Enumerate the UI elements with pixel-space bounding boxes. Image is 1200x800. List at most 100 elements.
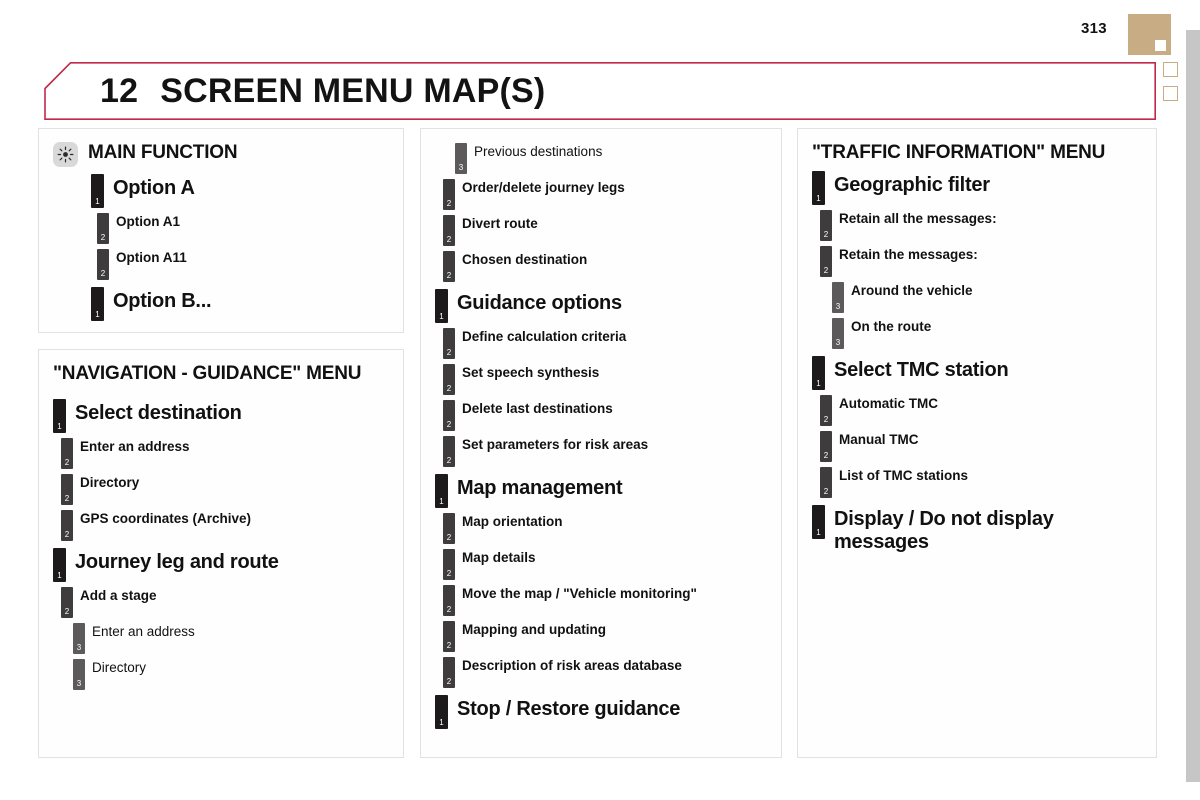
menu-item[interactable]: 2 Set speech synthesis — [435, 364, 767, 395]
menu-item[interactable]: 2 Option A1 — [53, 213, 389, 244]
menu-item-label: Option A11 — [116, 250, 187, 265]
menu-item[interactable]: 3 Previous destinations — [435, 143, 767, 174]
menu-item[interactable]: 2 Automatic TMC — [812, 395, 1142, 427]
menu-item-label: Select destination — [75, 402, 242, 425]
menu-item[interactable]: 2 Delete last destinations — [435, 400, 767, 431]
menu-item[interactable]: 2 List of TMC stations — [812, 467, 1142, 499]
section-marker-box-2 — [1163, 86, 1178, 101]
menu-item[interactable]: 2 Order/delete journey legs — [435, 179, 767, 210]
menu-item[interactable]: 2 GPS coordinates (Archive) — [53, 510, 389, 542]
menu-item[interactable]: 2 Manual TMC — [812, 431, 1142, 463]
menu-item-label: Journey leg and route — [75, 551, 279, 574]
level-marker-2: 2 — [443, 400, 455, 431]
menu-item-label: Directory — [92, 660, 147, 676]
menu-item[interactable]: 2 Mapping and updating — [435, 621, 767, 652]
main-function-title-row: MAIN FUNCTION — [53, 141, 389, 167]
card-title: "NAVIGATION - GUIDANCE" MENU — [53, 363, 362, 384]
menu-item-label: GPS coordinates (Archive) — [80, 511, 252, 527]
menu-item[interactable]: 1 Option A — [53, 174, 389, 208]
menu-list-navigation-continued: 3 Previous destinations 2 Order/delete j… — [435, 143, 767, 729]
level-marker-1: 1 — [435, 474, 448, 508]
page-title: 12 SCREEN MENU MAP(S) — [100, 62, 545, 120]
level-marker-3: 3 — [455, 143, 467, 174]
menu-item[interactable]: 2 Map orientation — [435, 513, 767, 544]
menu-item[interactable]: 3 Enter an address — [53, 623, 389, 655]
menu-item[interactable]: 1 Select TMC station — [812, 356, 1142, 391]
menu-item-label: Delete last destinations — [462, 401, 613, 416]
level-marker-2: 2 — [443, 657, 455, 688]
level-marker-2: 2 — [820, 246, 832, 278]
level-marker-2: 2 — [443, 179, 455, 210]
menu-item-label: Stop / Restore guidance — [457, 698, 681, 720]
chapter-number: 12 — [100, 71, 139, 110]
menu-item[interactable]: 2 Retain the messages: — [812, 246, 1142, 278]
menu-item[interactable]: 2 Define calculation criteria — [435, 328, 767, 359]
menu-item[interactable]: 1 Map management — [435, 474, 767, 508]
menu-item[interactable]: 2 Divert route — [435, 215, 767, 246]
menu-item-label: Enter an address — [80, 439, 190, 455]
menu-item-label: Define calculation criteria — [462, 329, 627, 344]
menu-item-label: Previous destinations — [474, 144, 603, 159]
menu-list-navigation-guidance: 1 Select destination 2 Enter an address … — [53, 399, 389, 691]
column-right: "TRAFFIC INFORMATION" MENU 1 Geographic … — [797, 128, 1157, 774]
level-marker-2: 2 — [443, 251, 455, 282]
level-marker-1: 1 — [91, 287, 104, 321]
card-title: "TRAFFIC INFORMATION" MENU — [812, 142, 1106, 163]
level-marker-2: 2 — [61, 474, 73, 506]
menu-item-label: Description of risk areas database — [462, 658, 682, 673]
sun-icon — [53, 142, 78, 167]
menu-item[interactable]: 2 Map details — [435, 549, 767, 580]
level-marker-2: 2 — [443, 621, 455, 652]
corner-tab-marker — [1128, 14, 1171, 55]
level-marker-2: 2 — [820, 395, 832, 427]
menu-item[interactable]: 2 Directory — [53, 474, 389, 506]
menu-item-label: Divert route — [462, 216, 538, 231]
menu-item[interactable]: 1 Stop / Restore guidance — [435, 695, 767, 729]
menu-item[interactable]: 3 Directory — [53, 659, 389, 691]
menu-item-label: On the route — [851, 319, 932, 335]
level-marker-3: 3 — [73, 623, 85, 655]
menu-item[interactable]: 1 Journey leg and route — [53, 548, 389, 583]
level-marker-3: 3 — [832, 282, 844, 314]
menu-item-label: Directory — [80, 475, 140, 491]
traffic-information-card: "TRAFFIC INFORMATION" MENU 1 Geographic … — [797, 128, 1157, 758]
menu-item-label: Guidance options — [457, 292, 622, 314]
level-marker-2: 2 — [820, 431, 832, 463]
level-marker-2: 2 — [61, 587, 73, 619]
menu-item[interactable]: 2 Move the map / "Vehicle monitoring" — [435, 585, 767, 616]
menu-item-label: Manual TMC — [839, 432, 919, 448]
level-marker-2: 2 — [443, 513, 455, 544]
level-marker-1: 1 — [53, 399, 66, 434]
menu-item[interactable]: 1 Display / Do not display messages — [812, 505, 1142, 554]
level-marker-1: 1 — [435, 695, 448, 729]
navigation-guidance-continued-card: 3 Previous destinations 2 Order/delete j… — [420, 128, 782, 758]
menu-item[interactable]: 2 Retain all the messages: — [812, 210, 1142, 242]
menu-item[interactable]: 1 Geographic filter — [812, 171, 1142, 206]
menu-item-label: Map details — [462, 550, 536, 565]
menu-item[interactable]: 2 Description of risk areas database — [435, 657, 767, 688]
menu-item-label: Enter an address — [92, 624, 195, 640]
menu-item[interactable]: 2 Set parameters for risk areas — [435, 436, 767, 467]
menu-item-label: Automatic TMC — [839, 396, 938, 412]
corner-tab-inner-square — [1154, 39, 1167, 52]
chapter-header-banner: 12 SCREEN MENU MAP(S) — [44, 62, 1156, 120]
menu-item[interactable]: 2 Enter an address — [53, 438, 389, 470]
level-marker-2: 2 — [443, 436, 455, 467]
menu-item[interactable]: 3 On the route — [812, 318, 1142, 350]
menu-item[interactable]: 3 Around the vehicle — [812, 282, 1142, 314]
menu-item[interactable]: 1 Option B... — [53, 287, 389, 321]
menu-item-label: Geographic filter — [834, 174, 990, 197]
level-marker-2: 2 — [443, 549, 455, 580]
page-number: 313 — [1081, 20, 1107, 37]
section-marker-box-1 — [1163, 62, 1178, 77]
column-left: MAIN FUNCTION 1 Option A 2 Option A1 2 O… — [38, 128, 404, 774]
menu-item[interactable]: 1 Select destination — [53, 399, 389, 434]
navigation-guidance-card: "NAVIGATION - GUIDANCE" MENU 1 Select de… — [38, 349, 404, 758]
level-marker-1: 1 — [812, 356, 825, 391]
menu-item-label: Set parameters for risk areas — [462, 437, 649, 452]
menu-item[interactable]: 1 Guidance options — [435, 289, 767, 323]
level-marker-2: 2 — [443, 215, 455, 246]
menu-item[interactable]: 2 Add a stage — [53, 587, 389, 619]
menu-item[interactable]: 2 Option A11 — [53, 249, 389, 280]
menu-item[interactable]: 2 Chosen destination — [435, 251, 767, 282]
